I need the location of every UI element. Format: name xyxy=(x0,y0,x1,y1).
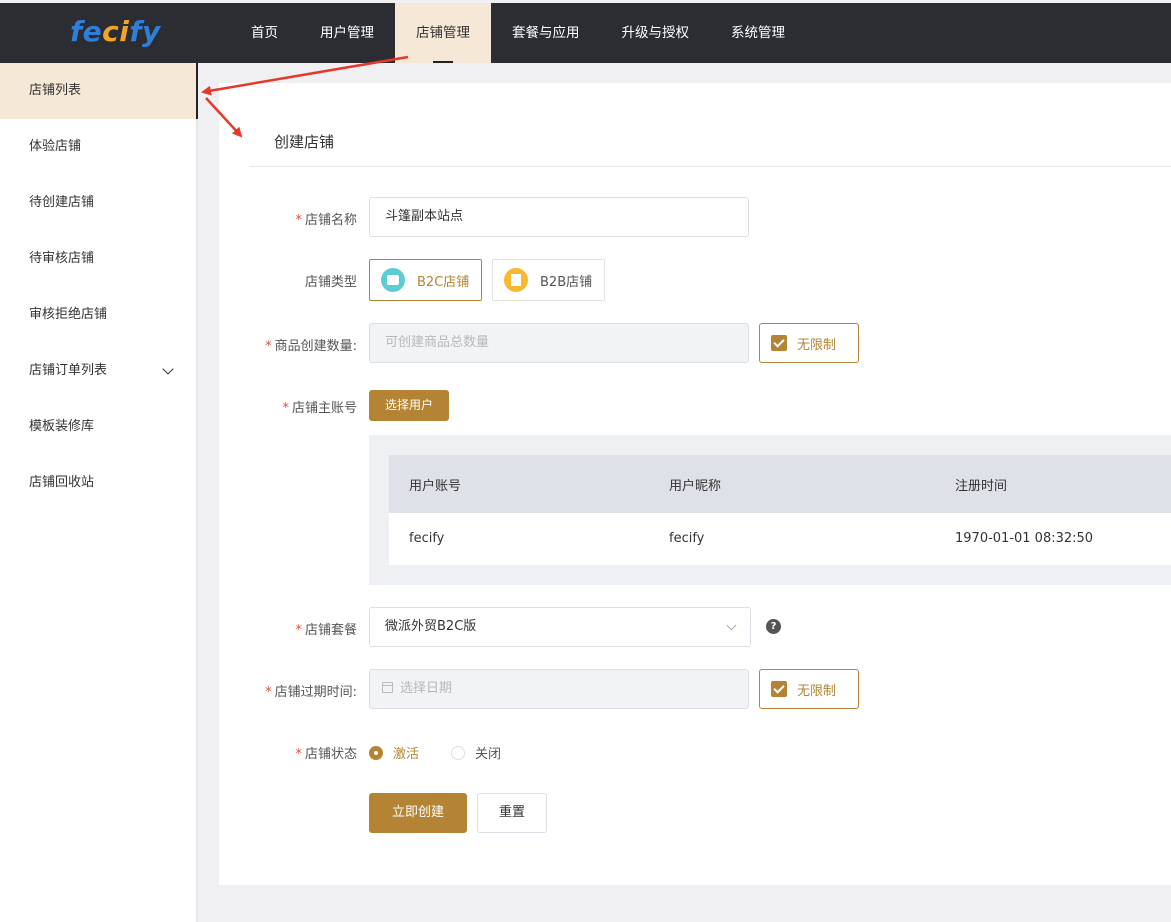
table-row[interactable]: fecify fecify 1970-01-01 08:32:50 xyxy=(389,513,1171,563)
owner-account-label: * 店铺主账号 xyxy=(282,397,357,416)
select-user-button[interactable]: 选择用户 xyxy=(369,390,449,421)
sidebar-item-store-orders[interactable]: 店铺订单列表 xyxy=(0,343,196,399)
checkbox-checked-icon xyxy=(771,335,787,351)
divider xyxy=(249,166,1171,167)
status-radio-active-label: 激活 xyxy=(393,747,420,762)
store-status-label-text: 店铺状态 xyxy=(304,747,357,762)
nav-item-system-management[interactable]: 系统管理 xyxy=(710,3,806,63)
expire-date-picker[interactable]: 选择日期 xyxy=(369,669,749,709)
help-icon[interactable]: ? xyxy=(766,619,781,634)
required-mark: * xyxy=(265,339,272,354)
radio-unchecked-icon xyxy=(451,745,465,760)
status-radio-closed-label: 关闭 xyxy=(475,747,502,762)
selected-user-table: 用户账号 用户昵称 注册时间 fecify fecify 1970-01-01 … xyxy=(389,455,1171,565)
store-type-b2b-label: B2B店铺 xyxy=(540,274,593,290)
create-store-card: 创建店铺 * 店铺名称 斗篷副本站点 店铺类型 B2C店铺 B2B店铺 * 商品创建… xyxy=(219,83,1171,885)
required-mark: * xyxy=(295,213,302,228)
selected-user-panel: 用户账号 用户昵称 注册时间 fecify fecify 1970-01-01 … xyxy=(369,435,1171,585)
radio-checked-icon xyxy=(369,745,383,760)
sidebar-item-label: 店铺列表 xyxy=(29,83,82,98)
sidebar-item-label: 店铺订单列表 xyxy=(29,363,108,378)
expire-time-label: * 店铺过期时间: xyxy=(265,681,357,700)
sidebar-item-label: 店铺回收站 xyxy=(29,475,95,490)
sidebar-item-label: 待审核店铺 xyxy=(29,251,95,266)
owner-account-label-text: 店铺主账号 xyxy=(291,401,357,416)
chevron-down-icon[interactable] xyxy=(162,343,174,399)
sidebar-item-label: 模板装修库 xyxy=(29,419,95,434)
sidebar-item-pending-creation[interactable]: 待创建店铺 xyxy=(0,175,196,231)
nav-item-upgrade-license[interactable]: 升级与授权 xyxy=(601,3,711,63)
product-count-label-text: 商品创建数量: xyxy=(274,339,357,354)
required-mark: * xyxy=(295,747,302,762)
status-radio-closed[interactable]: 关闭 xyxy=(451,743,501,762)
nav-item-store-management[interactable]: 店铺管理 xyxy=(395,3,491,63)
column-header-account: 用户账号 xyxy=(409,478,462,494)
reset-button[interactable]: 重置 xyxy=(477,793,547,833)
sidebar-item-template-library[interactable]: 模板装修库 xyxy=(0,399,196,455)
expire-unlimited-checkbox[interactable]: 无限制 xyxy=(759,669,859,709)
sidebar: 店铺列表 体验店铺 待创建店铺 待审核店铺 审核拒绝店铺 店铺订单列表 模板装修… xyxy=(0,63,198,922)
checkbox-checked-icon xyxy=(771,681,787,697)
shop-icon xyxy=(381,268,405,292)
required-mark: * xyxy=(265,685,272,700)
sidebar-item-review-rejected[interactable]: 审核拒绝店铺 xyxy=(0,287,196,343)
top-nav-bar: fecify 首页 用户管理 店铺管理 套餐与应用 升级与授权 系统管理 xyxy=(0,3,1171,63)
store-type-b2c-label: B2C店铺 xyxy=(417,274,470,290)
product-count-label: * 商品创建数量: xyxy=(265,335,357,354)
nav-item-user-management[interactable]: 用户管理 xyxy=(299,3,395,63)
column-header-nickname: 用户昵称 xyxy=(669,478,722,494)
unlimited-label: 无限制 xyxy=(797,683,837,699)
package-label-text: 店铺套餐 xyxy=(304,623,357,638)
nav-item-home[interactable]: 首页 xyxy=(230,3,299,63)
sidebar-item-label: 待创建店铺 xyxy=(29,195,95,210)
nav-item-packages-apps[interactable]: 套餐与应用 xyxy=(491,3,601,63)
package-select[interactable]: 微派外贸B2C版 xyxy=(369,607,751,647)
page-title: 创建店铺 xyxy=(274,133,335,151)
expire-time-label-text: 店铺过期时间: xyxy=(274,685,357,700)
cell-account: fecify xyxy=(409,530,445,546)
table-header: 用户账号 用户昵称 注册时间 xyxy=(389,455,1171,513)
logo-text-part: fy xyxy=(129,15,161,48)
required-mark: * xyxy=(295,623,302,638)
store-name-label: * 店铺名称 xyxy=(295,209,357,228)
store-name-input[interactable]: 斗篷副本站点 xyxy=(369,197,749,237)
unlimited-label: 无限制 xyxy=(797,337,837,353)
store-type-b2c-option[interactable]: B2C店铺 xyxy=(369,259,482,301)
store-type-label-text: 店铺类型 xyxy=(304,275,357,290)
expire-date-placeholder: 选择日期 xyxy=(400,681,453,696)
store-status-label: * 店铺状态 xyxy=(295,743,357,762)
required-mark: * xyxy=(282,401,289,416)
sidebar-item-store-list[interactable]: 店铺列表 xyxy=(0,63,198,119)
cell-nickname: fecify xyxy=(669,530,705,546)
store-name-label-text: 店铺名称 xyxy=(304,213,357,228)
store-type-label: 店铺类型 xyxy=(305,271,357,290)
chevron-down-icon xyxy=(726,620,737,631)
fecify-logo[interactable]: fecify xyxy=(70,15,161,48)
create-now-button[interactable]: 立即创建 xyxy=(369,793,467,833)
cell-registered: 1970-01-01 08:32:50 xyxy=(955,530,1094,546)
column-header-registered: 注册时间 xyxy=(955,478,1008,494)
package-label: * 店铺套餐 xyxy=(295,619,357,638)
main-nav: 首页 用户管理 店铺管理 套餐与应用 升级与授权 系统管理 xyxy=(230,3,806,63)
product-count-unlimited-checkbox[interactable]: 无限制 xyxy=(759,323,859,363)
status-radio-active[interactable]: 激活 xyxy=(369,743,419,762)
logo-text-accent: ci xyxy=(102,15,130,48)
logo-text-part: fe xyxy=(70,15,103,48)
sidebar-item-recycle-bin[interactable]: 店铺回收站 xyxy=(0,455,196,511)
building-icon xyxy=(504,268,528,292)
sidebar-item-label: 体验店铺 xyxy=(29,139,82,154)
product-count-input[interactable]: 可创建商品总数量 xyxy=(369,323,749,363)
sidebar-item-trial-stores[interactable]: 体验店铺 xyxy=(0,119,196,175)
sidebar-item-label: 审核拒绝店铺 xyxy=(29,307,108,322)
calendar-icon xyxy=(382,682,393,693)
store-type-b2b-option[interactable]: B2B店铺 xyxy=(492,259,605,301)
package-select-value: 微派外贸B2C版 xyxy=(385,619,477,634)
sidebar-item-pending-review[interactable]: 待审核店铺 xyxy=(0,231,196,287)
